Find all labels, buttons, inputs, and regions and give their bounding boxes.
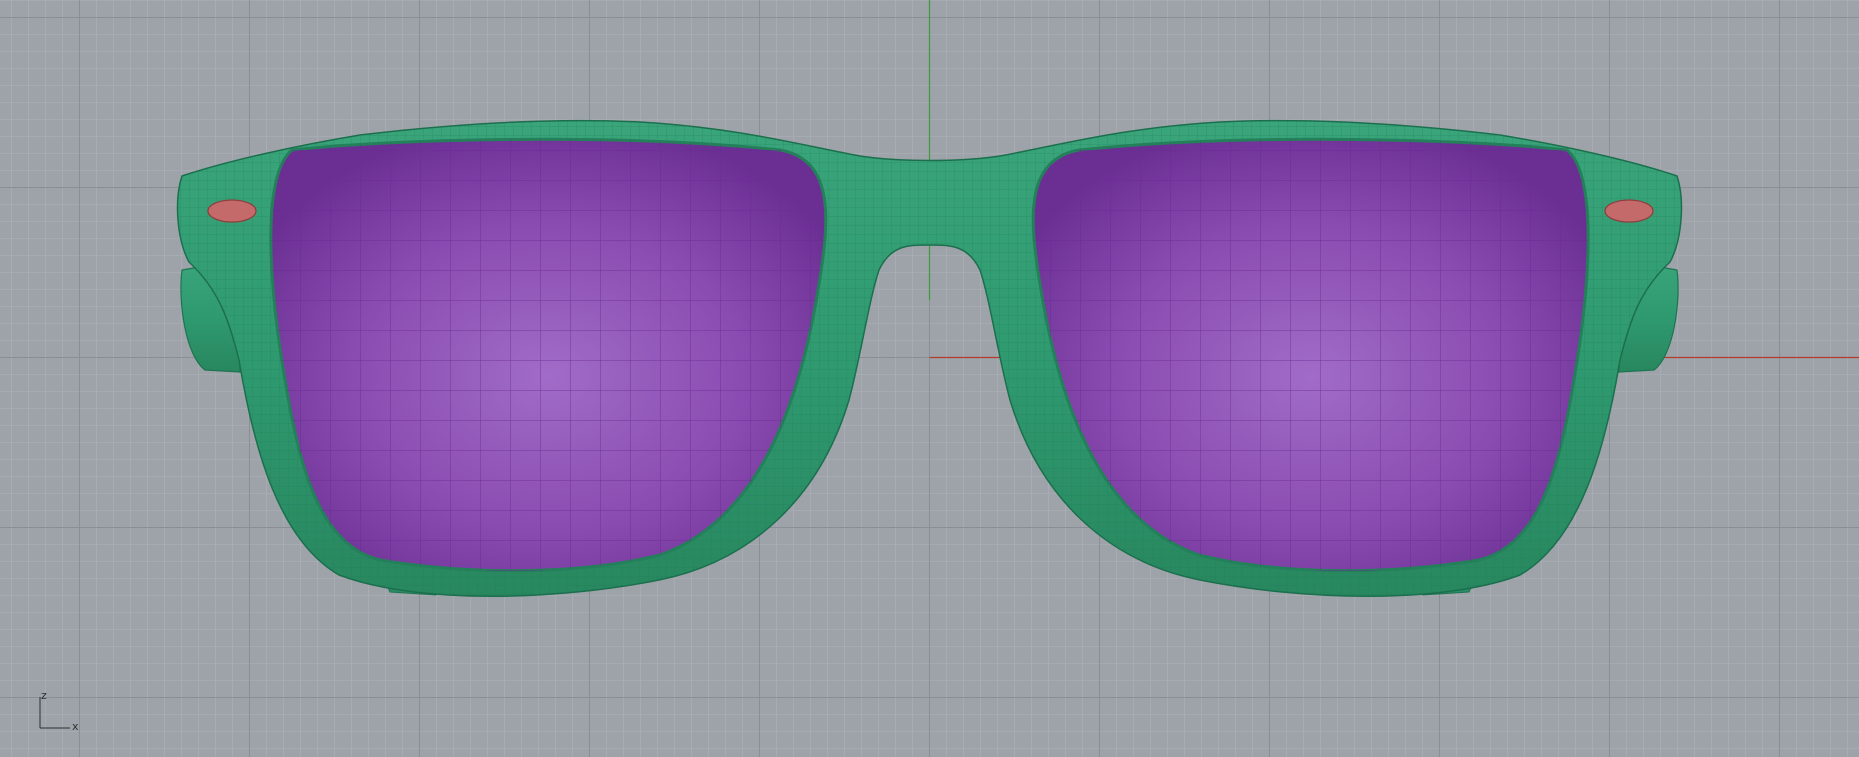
left-hinge-rivet[interactable] [207,199,257,223]
axis-widget-x-label: x [72,720,79,733]
front-viewport[interactable]: z x [0,0,1859,757]
axis-widget-z-label: z [41,689,47,702]
right-hinge-rivet[interactable] [1604,199,1654,223]
viewport-canvas[interactable] [0,0,1859,757]
